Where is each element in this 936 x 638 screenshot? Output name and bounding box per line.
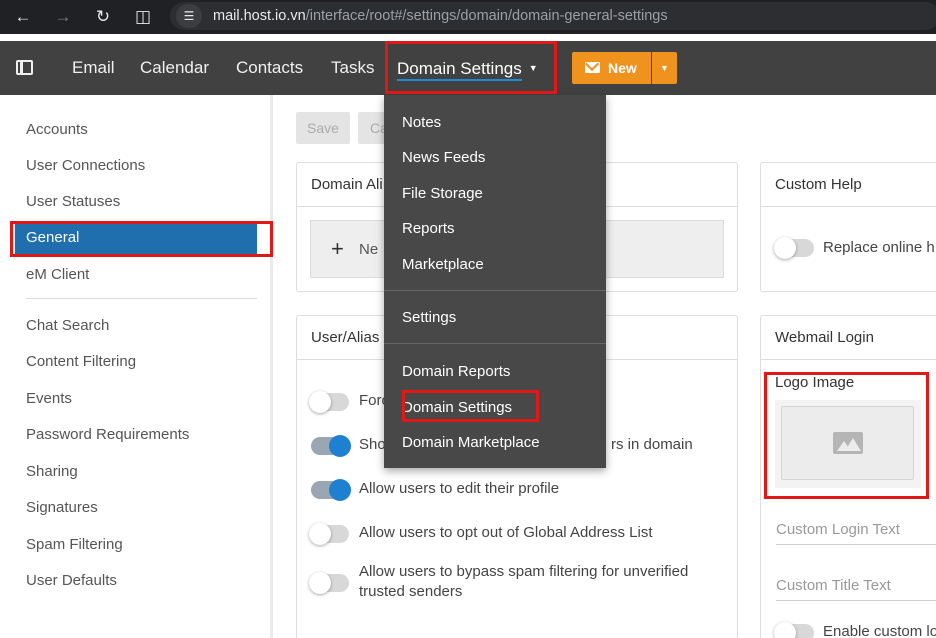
sidebar-item-user-connections[interactable]: User Connections — [26, 156, 145, 176]
card-title: Domain Ali — [311, 176, 383, 193]
nav-email[interactable]: Email — [72, 58, 115, 78]
card-title: User/Alias — [311, 329, 380, 346]
nav-contacts[interactable]: Contacts — [236, 58, 303, 78]
sidebar-item-events[interactable]: Events — [26, 389, 72, 409]
toggle-knob — [774, 237, 796, 259]
nav-domain-settings-menu[interactable]: Domain Settings ▼ — [397, 58, 538, 81]
toggle-replace-online-help[interactable] — [774, 237, 814, 259]
toggle-enable-custom-login[interactable] — [774, 622, 814, 638]
new-dropdown-button[interactable]: ▼ — [652, 52, 677, 84]
split-view-icon[interactable]: ◫ — [132, 6, 154, 28]
new-button[interactable]: New — [572, 52, 651, 84]
menu-item-marketplace[interactable]: Marketplace — [402, 255, 484, 275]
caret-down-icon: ▼ — [528, 63, 538, 73]
custom-title-text-input[interactable] — [776, 571, 936, 600]
url-path: /interface/root#/settings/domain/domain-… — [305, 8, 668, 24]
toggle-edit-profile[interactable] — [311, 479, 351, 501]
sidebar-item-user-defaults[interactable]: User Defaults — [26, 571, 117, 591]
custom-title-text-field[interactable] — [776, 571, 936, 601]
logo-image-dropzone[interactable] — [775, 400, 921, 488]
sidebar-toggle-icon[interactable] — [16, 60, 33, 75]
card-header: Webmail Login — [761, 316, 936, 360]
option-label: Allow users to bypass spam filtering for… — [359, 563, 689, 580]
custom-login-text-input[interactable] — [776, 515, 936, 544]
back-arrow-icon[interactable]: ← — [12, 6, 34, 28]
site-settings-icon[interactable]: ☰ — [176, 4, 202, 28]
toggle-knob — [309, 572, 331, 594]
menu-item-domain-settings[interactable]: Domain Settings — [402, 398, 512, 418]
option-label: Allow users to opt out of Global Address… — [359, 524, 653, 541]
reload-icon[interactable]: ↻ — [92, 6, 114, 28]
menu-item-domain-marketplace[interactable]: Domain Marketplace — [402, 433, 540, 453]
logo-image-placeholder[interactable] — [781, 406, 914, 480]
option-label-line2: trusted senders — [359, 583, 463, 600]
toggle-knob — [774, 622, 796, 638]
sidebar-item-spam-filtering[interactable]: Spam Filtering — [26, 535, 123, 555]
url-host: mail.host.io.vn — [213, 8, 306, 24]
sidebar-item-em-client[interactable]: eM Client — [26, 265, 89, 285]
logo-image-label: Logo Image — [775, 374, 855, 391]
toggle-opt-out-gal[interactable] — [309, 523, 349, 545]
sidebar-divider — [26, 298, 257, 299]
image-icon — [833, 432, 863, 454]
caret-down-icon: ▼ — [660, 63, 669, 73]
sidebar-item-content-filtering[interactable]: Content Filtering — [26, 352, 136, 372]
save-button[interactable]: Save — [296, 112, 350, 144]
toggle-knob — [329, 435, 351, 457]
option-label: Allow users to edit their profile — [359, 480, 560, 497]
menu-item-file-storage[interactable]: File Storage — [402, 184, 483, 204]
domain-settings-dropdown: Notes News Feeds File Storage Reports Ma… — [384, 95, 606, 468]
toggle-knob — [309, 523, 331, 545]
sidebar-item-signatures[interactable]: Signatures — [26, 498, 98, 518]
menu-item-domain-reports[interactable]: Domain Reports — [402, 362, 510, 382]
toggle-knob — [329, 479, 351, 501]
nav-tasks[interactable]: Tasks — [331, 58, 374, 78]
sidebar-item-accounts[interactable]: Accounts — [26, 120, 88, 140]
toggle-show-users[interactable] — [311, 435, 351, 457]
card-title: Custom Help — [775, 176, 862, 193]
option-label: Sho — [359, 436, 386, 453]
sidebar-item-password-requirements[interactable]: Password Requirements — [26, 425, 189, 445]
card-title: Webmail Login — [775, 329, 874, 346]
settings-sidebar: Accounts User Connections User Statuses … — [0, 95, 273, 638]
forward-arrow-icon[interactable]: → — [52, 6, 74, 28]
menu-item-settings[interactable]: Settings — [402, 308, 456, 328]
sidebar-item-general[interactable]: General — [15, 223, 257, 254]
custom-login-text-field[interactable] — [776, 515, 936, 545]
option-label: Enable custom lo — [823, 623, 936, 638]
menu-divider — [384, 343, 606, 344]
card-header: Custom Help — [761, 163, 936, 207]
menu-divider — [384, 290, 606, 291]
sidebar-item-sharing[interactable]: Sharing — [26, 462, 78, 482]
toggle-force[interactable] — [309, 391, 349, 413]
app-top-nav: Email Calendar Contacts Tasks Domain Set… — [0, 41, 936, 95]
new-alias-label: Ne — [359, 241, 379, 258]
option-label-tail: rs in domain — [611, 436, 693, 453]
custom-help-card: Custom Help — [760, 162, 936, 292]
nav-calendar[interactable]: Calendar — [140, 58, 209, 78]
url-text[interactable]: mail.host.io.vn/interface/root#/settings… — [213, 7, 668, 25]
new-button-label: New — [608, 60, 637, 76]
toggle-bypass-spam[interactable] — [309, 572, 349, 594]
sidebar-item-user-statuses[interactable]: User Statuses — [26, 192, 120, 212]
sidebar-item-chat-search[interactable]: Chat Search — [26, 316, 109, 336]
nav-domain-settings-label: Domain Settings — [397, 59, 522, 81]
envelope-icon — [585, 62, 600, 73]
option-label: Replace online h — [823, 239, 935, 256]
menu-item-reports[interactable]: Reports — [402, 219, 455, 239]
browser-toolbar: ← → ↻ ◫ ☰ mail.host.io.vn/interface/root… — [0, 0, 936, 34]
toggle-knob — [309, 391, 331, 413]
menu-item-notes[interactable]: Notes — [402, 113, 441, 133]
menu-item-news-feeds[interactable]: News Feeds — [402, 148, 485, 168]
sidebar-item-label: General — [26, 229, 80, 246]
plus-icon: + — [331, 236, 344, 261]
